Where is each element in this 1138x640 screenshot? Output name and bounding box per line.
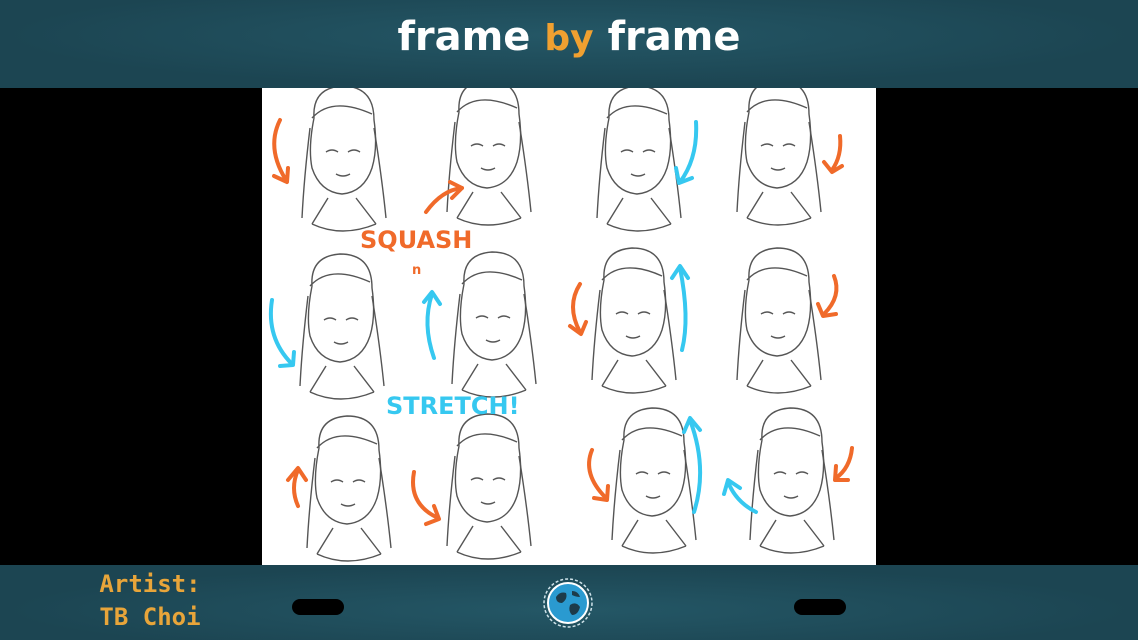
expression-sketch-sheet: SQUASH n STRETCH! [268,88,854,562]
sketch-face-3 [596,88,682,232]
cyan-arrow-icon [422,290,442,360]
sketch-face-4 [736,88,822,226]
sketch-face-8 [736,247,822,394]
cyan-arrow-icon [722,478,758,514]
orange-arrow-icon [411,470,441,526]
sketch-face-6 [451,251,537,398]
artist-name: TB Choi [99,603,201,631]
title-word-2: by [544,18,594,59]
orange-arrow-icon [587,448,610,502]
and-label: n [412,263,421,278]
sketch-face-10 [446,413,532,560]
orange-arrow-icon [822,134,844,174]
artist-credit: Artist: TB Choi [70,568,230,634]
sketch-face-9 [306,415,392,562]
squash-label: SQUASH [360,226,472,254]
stretch-label: STRETCH! [386,392,520,420]
right-decor-pill [794,599,846,615]
orange-arrow-icon [424,180,464,214]
cyan-arrow-icon [670,264,690,352]
orange-arrow-icon [568,282,588,336]
sketch-face-2 [446,88,532,226]
artist-label: Artist: [99,570,201,598]
orange-arrow-icon [286,466,308,508]
orange-arrow-icon [833,446,854,482]
title-word-1: frame [397,14,531,60]
left-decor-pill [292,599,344,615]
orange-arrow-icon [272,118,290,184]
globe-logo-icon [542,577,594,629]
sketch-face-1 [301,88,387,232]
cyan-arrow-icon [268,298,296,368]
header-bar: frame by frame [0,0,1138,88]
sketch-face-5 [299,253,385,400]
cyan-arrow-icon [674,120,699,185]
sketch-face-12 [749,407,835,554]
title-word-3: frame [607,14,741,60]
artwork-sheet: SQUASH n STRETCH! [262,88,876,565]
sketch-face-7 [591,247,677,394]
orange-arrow-icon [816,274,839,318]
brand-title: frame by frame [0,14,1138,60]
